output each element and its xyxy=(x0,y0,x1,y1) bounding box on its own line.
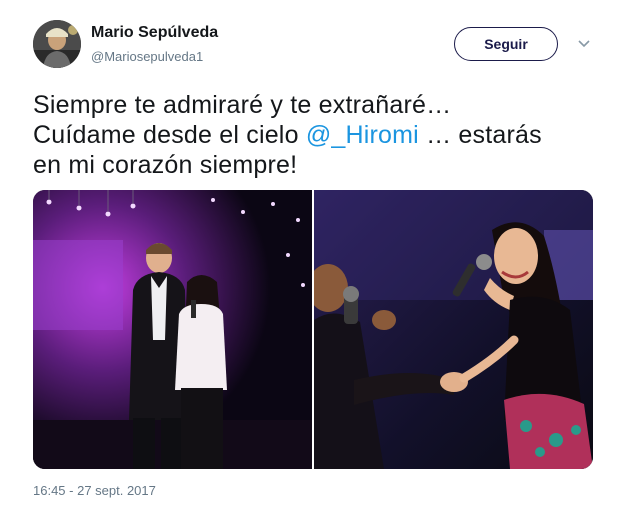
tweet-text-segment: Cuídame desde el cielo xyxy=(33,121,306,149)
chevron-down-icon[interactable] xyxy=(576,36,592,52)
tweet-text: Siempre te admiraré y te extrañaré… Cuíd… xyxy=(33,90,603,180)
photo-singer-handshake[interactable] xyxy=(314,190,593,469)
author-handle[interactable]: @Mariosepulveda1 xyxy=(91,49,203,64)
tweet-card: Mario Sepúlveda @Mariosepulveda1 Seguir … xyxy=(0,0,626,506)
tweet-timestamp[interactable]: 16:45 - 27 sept. 2017 xyxy=(33,483,156,498)
mention-link[interactable]: @_Hiromi xyxy=(306,121,419,149)
tweet-text-line-2: Cuídame desde el cielo @_Hiromi … estará… xyxy=(33,120,603,150)
author-avatar[interactable] xyxy=(33,20,81,68)
follow-button[interactable]: Seguir xyxy=(454,27,558,61)
media-gallery xyxy=(33,190,593,469)
tweet-text-line-3: en mi corazón siempre! xyxy=(33,151,298,179)
tweet-text-line-1: Siempre te admiraré y te extrañaré… xyxy=(33,91,452,119)
author-name[interactable]: Mario Sepúlveda xyxy=(91,24,218,42)
photo-duet-stage[interactable] xyxy=(33,190,312,469)
tweet-text-segment: … estarás xyxy=(418,121,542,149)
